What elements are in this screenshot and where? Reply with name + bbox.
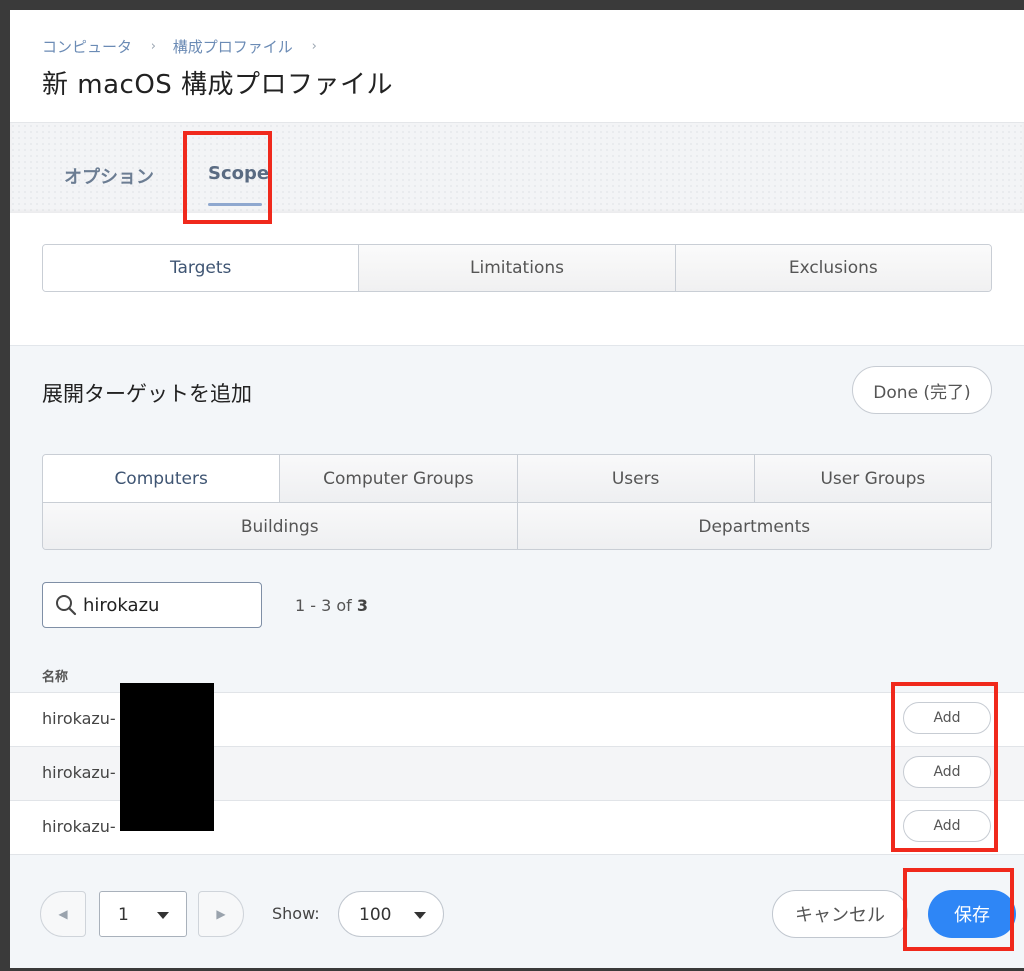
caret-down-icon	[414, 912, 426, 919]
main-tabs: オプション Scope	[10, 122, 1024, 213]
column-header-name[interactable]: 名称	[42, 666, 68, 685]
target-type-user-groups[interactable]: User Groups	[753, 455, 991, 502]
caret-down-icon	[157, 912, 169, 919]
next-page-button[interactable]: ▶	[198, 891, 244, 937]
page-select[interactable]: 1	[99, 891, 187, 937]
result-range: 1 - 3 of	[295, 596, 357, 615]
chevron-right-icon: ›	[150, 39, 156, 54]
target-type-selector: Computers Computer Groups Users User Gro…	[42, 454, 992, 550]
subtab-limitations[interactable]: Limitations	[358, 245, 675, 291]
target-type-departments[interactable]: Departments	[516, 503, 991, 549]
highlight-box-add	[891, 682, 998, 852]
breadcrumb-computers[interactable]: コンピュータ	[42, 38, 132, 56]
highlight-box-save	[903, 868, 1014, 951]
subtab-exclusions[interactable]: Exclusions	[674, 245, 991, 291]
search-field[interactable]	[42, 582, 262, 628]
show-label: Show:	[272, 904, 320, 923]
target-type-buildings[interactable]: Buildings	[43, 503, 517, 549]
search-icon	[55, 594, 77, 620]
chevron-right-icon: ›	[311, 39, 317, 54]
page-size-value: 100	[359, 905, 392, 925]
done-button[interactable]: Done (完了)	[852, 366, 992, 414]
profile-editor: コンピュータ › 構成プロファイル › 新 macOS 構成プロファイル オプシ…	[10, 10, 1024, 968]
triangle-left-icon: ◀	[58, 907, 68, 921]
computer-name: hirokazu-	[42, 817, 116, 836]
target-type-users[interactable]: Users	[516, 455, 754, 502]
panel-title: 展開ターゲットを追加	[42, 382, 252, 406]
breadcrumb-configuration-profiles[interactable]: 構成プロファイル	[173, 38, 293, 56]
target-type-computers[interactable]: Computers	[43, 455, 280, 502]
highlight-box-scope	[183, 131, 272, 224]
computer-name: hirokazu-	[42, 709, 116, 728]
target-type-computer-groups[interactable]: Computer Groups	[279, 455, 517, 502]
cancel-button[interactable]: キャンセル	[772, 890, 908, 938]
result-count: 1 - 3 of 3	[295, 596, 368, 615]
triangle-right-icon: ▶	[216, 907, 226, 921]
page-title: 新 macOS 構成プロファイル	[42, 70, 394, 100]
result-total: 3	[356, 596, 369, 615]
redaction-box	[120, 683, 214, 831]
computer-name: hirokazu-	[42, 763, 116, 782]
subtab-targets[interactable]: Targets	[43, 245, 359, 291]
previous-page-button[interactable]: ◀	[40, 891, 86, 937]
breadcrumb: コンピュータ › 構成プロファイル ›	[42, 36, 329, 57]
add-targets-panel: 展開ターゲットを追加 Done (完了) Computers Computer …	[10, 345, 1024, 968]
scope-subtabs: Targets Limitations Exclusions	[42, 244, 992, 292]
tab-options[interactable]: オプション	[64, 163, 154, 189]
page-number: 1	[118, 905, 129, 925]
page-size-select[interactable]: 100	[338, 891, 444, 937]
page-header: コンピュータ › 構成プロファイル › 新 macOS 構成プロファイル	[10, 10, 1024, 122]
search-input[interactable]	[83, 591, 253, 619]
